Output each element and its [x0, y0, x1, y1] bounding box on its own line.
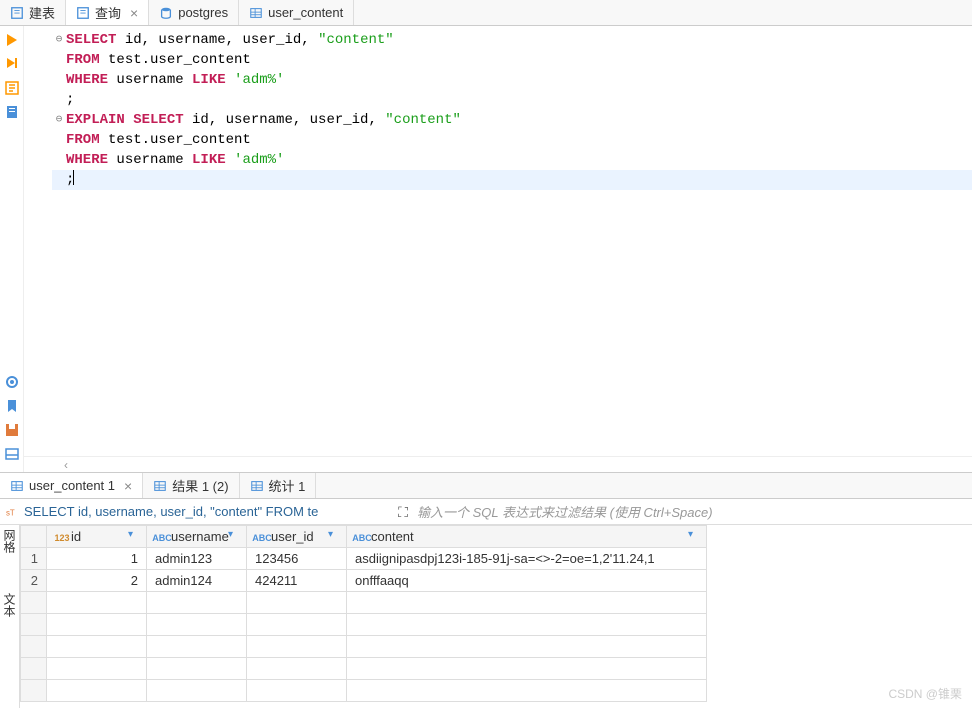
cell[interactable]: admin123 — [147, 548, 247, 570]
sql-icon — [76, 6, 90, 20]
close-icon[interactable]: × — [124, 478, 132, 494]
editor-gutter — [24, 26, 48, 456]
editor-tab[interactable]: postgres — [149, 0, 239, 25]
tab-label: 结果 1 (2) — [172, 476, 228, 495]
tab-label: 统计 1 — [269, 476, 306, 495]
fold-marker[interactable]: ⊖ — [52, 30, 66, 50]
cell[interactable]: onfffaaqq — [347, 570, 707, 592]
table-row — [21, 614, 707, 636]
editor-tabs: 建表 查询 × postgres user_content — [0, 0, 972, 26]
column-header[interactable]: ABCuser_id▾ — [247, 526, 347, 548]
svg-text:sT: sT — [6, 508, 15, 517]
cell[interactable]: 123456 — [247, 548, 347, 570]
table-icon — [153, 479, 167, 493]
table-row[interactable]: 11admin123123456asdiignipasdpj123i-185-9… — [21, 548, 707, 570]
filter-bar: sT SELECT id, username, user_id, "conten… — [0, 499, 972, 525]
filter-icon[interactable]: ▾ — [128, 529, 142, 543]
corner-cell — [21, 526, 47, 548]
text-view-tab[interactable]: 文本 — [1, 593, 18, 617]
type-icon: ABC — [355, 531, 369, 545]
table-icon — [10, 479, 24, 493]
cell[interactable]: 2 — [47, 570, 147, 592]
panel-icon[interactable] — [4, 446, 20, 462]
sql-editor[interactable]: ⊖SELECT id, username, user_id, "content"… — [48, 26, 972, 456]
fold-marker[interactable]: ⊖ — [52, 110, 66, 130]
run-selection-icon[interactable] — [4, 56, 20, 72]
table-icon — [250, 479, 264, 493]
type-icon: ABC — [255, 531, 269, 545]
results-tab[interactable]: user_content 1 × — [0, 473, 143, 498]
cell[interactable]: 424211 — [247, 570, 347, 592]
tab-label: user_content 1 — [29, 478, 115, 493]
results-grid[interactable]: 123id▾ABCusername▾ABCuser_id▾ABCcontent▾… — [20, 525, 972, 708]
table-row — [21, 658, 707, 680]
editor-tab[interactable]: user_content — [239, 0, 354, 25]
left-toolbar — [0, 26, 24, 472]
script-icon[interactable] — [4, 104, 20, 120]
tab-label: postgres — [178, 5, 228, 20]
tab-label: user_content — [268, 5, 343, 20]
filter-icon[interactable]: ▾ — [228, 529, 242, 543]
table-icon — [249, 6, 263, 20]
save-icon[interactable] — [4, 422, 20, 438]
explain-icon[interactable] — [4, 80, 20, 96]
column-header[interactable]: ABCusername▾ — [147, 526, 247, 548]
cell[interactable]: admin124 — [147, 570, 247, 592]
row-number: 1 — [21, 548, 47, 570]
column-header[interactable]: ABCcontent▾ — [347, 526, 707, 548]
table-row[interactable]: 22admin124424211onfffaaqq — [21, 570, 707, 592]
column-header[interactable]: 123id▾ — [47, 526, 147, 548]
results-tab[interactable]: 统计 1 — [240, 473, 317, 498]
row-number: 2 — [21, 570, 47, 592]
tab-label: 查询 — [95, 3, 121, 22]
type-icon: ABC — [155, 531, 169, 545]
filter-input[interactable]: 输入一个 SQL 表达式来过滤结果 (使用 Ctrl+Space) — [411, 502, 972, 521]
cell[interactable]: 1 — [47, 548, 147, 570]
tab-label: 建表 — [29, 3, 55, 22]
filter-icon[interactable]: ▾ — [688, 529, 702, 543]
sql-icon — [10, 6, 24, 20]
grid-view-tabs: 网格 文本 — [0, 525, 20, 708]
expand-icon[interactable]: ⛶ — [395, 504, 411, 520]
table-row — [21, 636, 707, 658]
cell[interactable]: asdiignipasdpj123i-185-91j-sa=<>-2=oe=1,… — [347, 548, 707, 570]
sql-text-icon: sT — [6, 505, 20, 519]
table-row — [21, 592, 707, 614]
results-tab[interactable]: 结果 1 (2) — [143, 473, 239, 498]
editor-tab[interactable]: 建表 — [0, 0, 66, 25]
horizontal-scrollbar[interactable]: ‹ — [24, 456, 972, 472]
db-icon — [159, 6, 173, 20]
filter-icon[interactable]: ▾ — [328, 529, 342, 543]
sql-preview[interactable]: sT SELECT id, username, user_id, "conten… — [0, 504, 395, 519]
editor-tab[interactable]: 查询 × — [66, 0, 149, 25]
grid-view-tab[interactable]: 网格 — [1, 529, 18, 553]
settings-icon[interactable] — [4, 374, 20, 390]
type-icon: 123 — [55, 531, 69, 545]
close-icon[interactable]: × — [130, 5, 138, 21]
sql-preview-text: SELECT id, username, user_id, "content" … — [24, 504, 318, 519]
bookmark-icon[interactable] — [4, 398, 20, 414]
results-tabs: user_content 1 × 结果 1 (2) 统计 1 — [0, 473, 972, 499]
table-row — [21, 680, 707, 702]
run-icon[interactable] — [4, 32, 20, 48]
